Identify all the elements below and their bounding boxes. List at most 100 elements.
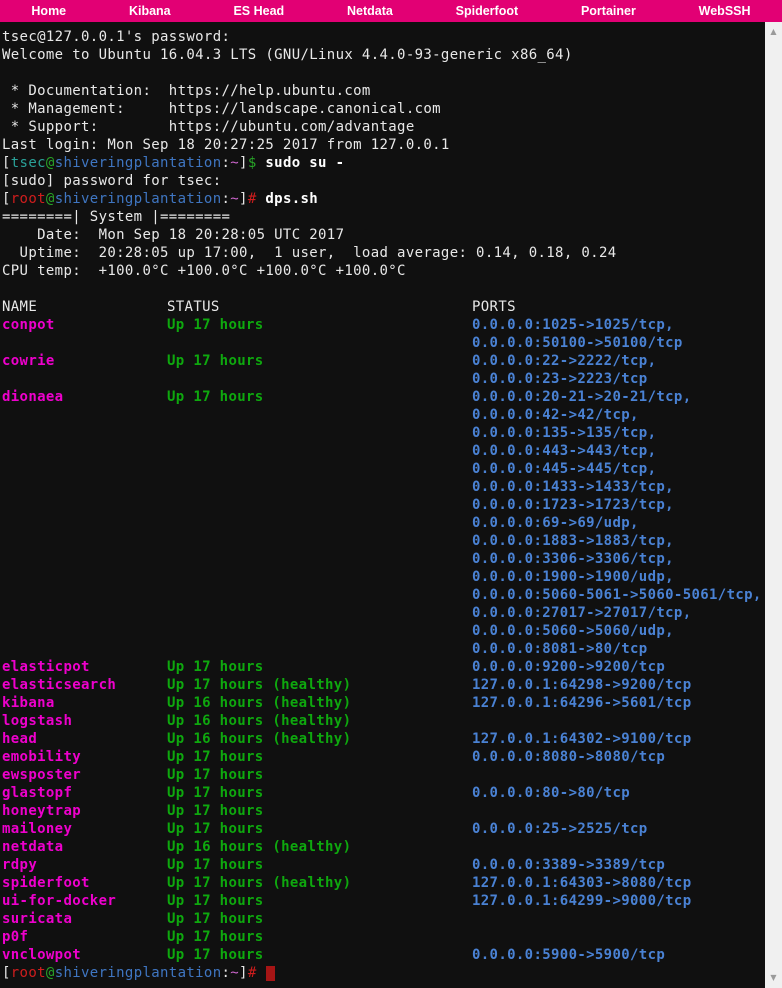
scroll-up-arrow-icon[interactable]: ▲ bbox=[765, 24, 782, 40]
process-status: Up 17 hours bbox=[167, 748, 472, 766]
column-header-name: NAME bbox=[2, 298, 167, 316]
text-segment: [ bbox=[2, 965, 11, 981]
terminal-output: tsec@127.0.0.1's password:Welcome to Ubu… bbox=[2, 28, 765, 982]
process-ports: 0.0.0.0:135->135/tcp, bbox=[472, 424, 765, 442]
text-segment: [ bbox=[2, 155, 11, 171]
process-status bbox=[167, 334, 472, 352]
process-name: elasticpot bbox=[2, 658, 167, 676]
process-ports: 0.0.0.0:8081->80/tcp bbox=[472, 640, 765, 658]
scrollbar[interactable]: ▲ ▼ bbox=[765, 22, 782, 988]
terminal-line: * Documentation: https://help.ubuntu.com bbox=[2, 82, 765, 100]
text-segment: shiveringplantation bbox=[55, 155, 222, 171]
process-status: Up 17 hours (healthy) bbox=[167, 676, 472, 694]
terminal-line: Uptime: 20:28:05 up 17:00, 1 user, load … bbox=[2, 244, 765, 262]
process-row: honeytrapUp 17 hours bbox=[2, 802, 765, 820]
text-segment: Last login: Mon Sep 18 20:27:25 2017 fro… bbox=[2, 137, 450, 153]
nav-item-es-head[interactable]: ES Head bbox=[233, 0, 284, 22]
process-status: Up 17 hours bbox=[167, 352, 472, 370]
process-status bbox=[167, 460, 472, 478]
process-status bbox=[167, 622, 472, 640]
text-segment: * Management: https://landscape.canonica… bbox=[2, 101, 441, 117]
process-status: Up 17 hours bbox=[167, 910, 472, 928]
shell-prompt: [root@shiveringplantation:~]# bbox=[2, 964, 765, 982]
text-segment: root bbox=[11, 965, 46, 981]
nav-item-home[interactable]: Home bbox=[31, 0, 66, 22]
terminal-line: CPU temp: +100.0°C +100.0°C +100.0°C +10… bbox=[2, 262, 765, 280]
process-ports: 0.0.0.0:22->2222/tcp, bbox=[472, 352, 765, 370]
process-name: netdata bbox=[2, 838, 167, 856]
text-segment: ] bbox=[239, 191, 248, 207]
terminal-line: Date: Mon Sep 18 20:28:05 UTC 2017 bbox=[2, 226, 765, 244]
process-status: Up 17 hours bbox=[167, 316, 472, 334]
process-row: 0.0.0.0:1883->1883/tcp, bbox=[2, 532, 765, 550]
process-status: Up 16 hours (healthy) bbox=[167, 730, 472, 748]
nav-item-netdata[interactable]: Netdata bbox=[347, 0, 393, 22]
text-segment: ========| System |======== bbox=[2, 209, 230, 225]
column-header-ports: PORTS bbox=[472, 298, 765, 316]
text-segment: ] bbox=[239, 155, 248, 171]
text-segment: Uptime: 20:28:05 up 17:00, 1 user, load … bbox=[2, 245, 617, 261]
text-segment: tsec@127.0.0.1's password: bbox=[2, 29, 230, 45]
process-name bbox=[2, 586, 167, 604]
process-status: Up 17 hours bbox=[167, 784, 472, 802]
process-row: conpotUp 17 hours0.0.0.0:1025->1025/tcp, bbox=[2, 316, 765, 334]
process-row: netdataUp 16 hours (healthy) bbox=[2, 838, 765, 856]
process-ports: 127.0.0.1:64302->9100/tcp bbox=[472, 730, 765, 748]
text-segment: CPU temp: +100.0°C +100.0°C +100.0°C +10… bbox=[2, 263, 406, 279]
nav-item-spiderfoot[interactable]: Spiderfoot bbox=[456, 0, 519, 22]
process-ports bbox=[472, 802, 765, 820]
column-header-status: STATUS bbox=[167, 298, 472, 316]
terminal-line bbox=[2, 64, 765, 82]
process-row: dionaeaUp 17 hours0.0.0.0:20-21->20-21/t… bbox=[2, 388, 765, 406]
process-status bbox=[167, 478, 472, 496]
process-ports: 0.0.0.0:1433->1433/tcp, bbox=[472, 478, 765, 496]
process-name: dionaea bbox=[2, 388, 167, 406]
process-ports: 0.0.0.0:27017->27017/tcp, bbox=[472, 604, 765, 622]
process-status bbox=[167, 370, 472, 388]
process-status: Up 17 hours bbox=[167, 892, 472, 910]
process-ports: 0.0.0.0:443->443/tcp, bbox=[472, 442, 765, 460]
process-ports: 0.0.0.0:80->80/tcp bbox=[472, 784, 765, 802]
process-status bbox=[167, 514, 472, 532]
terminal[interactable]: tsec@127.0.0.1's password:Welcome to Ubu… bbox=[0, 22, 765, 988]
terminal-line: [sudo] password for tsec: bbox=[2, 172, 765, 190]
process-status bbox=[167, 424, 472, 442]
process-name: emobility bbox=[2, 748, 167, 766]
process-name bbox=[2, 442, 167, 460]
process-status: Up 17 hours bbox=[167, 928, 472, 946]
process-ports bbox=[472, 766, 765, 784]
nav-item-webssh[interactable]: WebSSH bbox=[699, 0, 751, 22]
process-name: mailoney bbox=[2, 820, 167, 838]
text-segment: $ bbox=[248, 155, 257, 171]
process-name bbox=[2, 406, 167, 424]
process-name: glastopf bbox=[2, 784, 167, 802]
process-ports: 0.0.0.0:3389->3389/tcp bbox=[472, 856, 765, 874]
process-ports: 0.0.0.0:23->2223/tcp bbox=[472, 370, 765, 388]
process-row: 0.0.0.0:42->42/tcp, bbox=[2, 406, 765, 424]
nav-item-portainer[interactable]: Portainer bbox=[581, 0, 636, 22]
process-ports: 127.0.0.1:64299->9000/tcp bbox=[472, 892, 765, 910]
process-status: Up 16 hours (healthy) bbox=[167, 694, 472, 712]
text-segment bbox=[257, 965, 266, 981]
process-name bbox=[2, 370, 167, 388]
text-segment: root bbox=[11, 191, 46, 207]
process-name bbox=[2, 334, 167, 352]
process-ports: 0.0.0.0:445->445/tcp, bbox=[472, 460, 765, 478]
process-status: Up 17 hours bbox=[167, 820, 472, 838]
text-segment: [ bbox=[2, 191, 11, 207]
process-ports: 0.0.0.0:3306->3306/tcp, bbox=[472, 550, 765, 568]
scrollbar-track[interactable] bbox=[765, 40, 782, 970]
process-row: cowrieUp 17 hours0.0.0.0:22->2222/tcp, bbox=[2, 352, 765, 370]
process-status bbox=[167, 532, 472, 550]
process-name: logstash bbox=[2, 712, 167, 730]
text-segment: sudo su - bbox=[257, 155, 345, 171]
terminal-line: Welcome to Ubuntu 16.04.3 LTS (GNU/Linux… bbox=[2, 46, 765, 64]
scroll-down-arrow-icon[interactable]: ▼ bbox=[765, 970, 782, 986]
process-name: honeytrap bbox=[2, 802, 167, 820]
process-ports: 0.0.0.0:5060-5061->5060-5061/tcp, bbox=[472, 586, 765, 604]
process-row: rdpyUp 17 hours0.0.0.0:3389->3389/tcp bbox=[2, 856, 765, 874]
process-status bbox=[167, 550, 472, 568]
process-row: 0.0.0.0:5060->5060/udp, bbox=[2, 622, 765, 640]
nav-item-kibana[interactable]: Kibana bbox=[129, 0, 171, 22]
process-row: elasticsearchUp 17 hours (healthy)127.0.… bbox=[2, 676, 765, 694]
